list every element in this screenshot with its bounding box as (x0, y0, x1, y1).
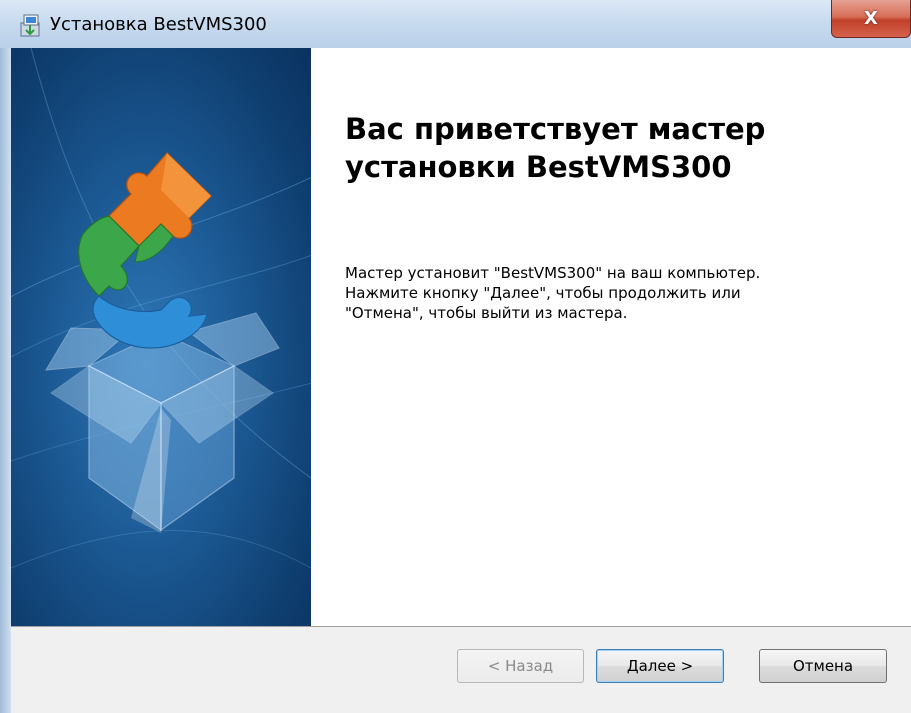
side-banner (11, 48, 311, 626)
welcome-title-line-1: Вас приветствует мастер (345, 112, 766, 146)
puzzle-box-illustration (11, 48, 311, 569)
back-button[interactable]: < Назад (457, 649, 584, 683)
cancel-button[interactable]: Отмена (759, 649, 887, 683)
welcome-title-line-2: установки BestVMS300 (345, 150, 732, 184)
title-bar[interactable]: Установка BestVMS300 X (0, 0, 911, 48)
welcome-description-line-3: "Отмена", чтобы выйти из мастера. (345, 304, 628, 322)
welcome-description-line-2: Нажмите кнопку "Далее", чтобы продолжить… (345, 284, 741, 302)
welcome-description: Мастер установит "BestVMS300" на ваш ком… (345, 263, 885, 323)
welcome-description-line-1: Мастер установит "BestVMS300" на ваш ком… (345, 264, 761, 282)
wizard-client-area: Вас приветствует мастер установки BestVM… (11, 48, 911, 713)
welcome-title: Вас приветствует мастер установки BestVM… (345, 110, 885, 186)
installer-window: Установка BestVMS300 X Вас приветствует … (0, 0, 911, 713)
next-button[interactable]: Далее > (596, 649, 724, 683)
installer-icon (18, 12, 44, 38)
window-title: Установка BestVMS300 (50, 14, 267, 35)
window-frame-left (0, 48, 11, 713)
button-bar: < Назад Далее > Отмена (11, 626, 911, 713)
close-icon: X (864, 8, 878, 29)
close-button[interactable]: X (831, 0, 911, 38)
